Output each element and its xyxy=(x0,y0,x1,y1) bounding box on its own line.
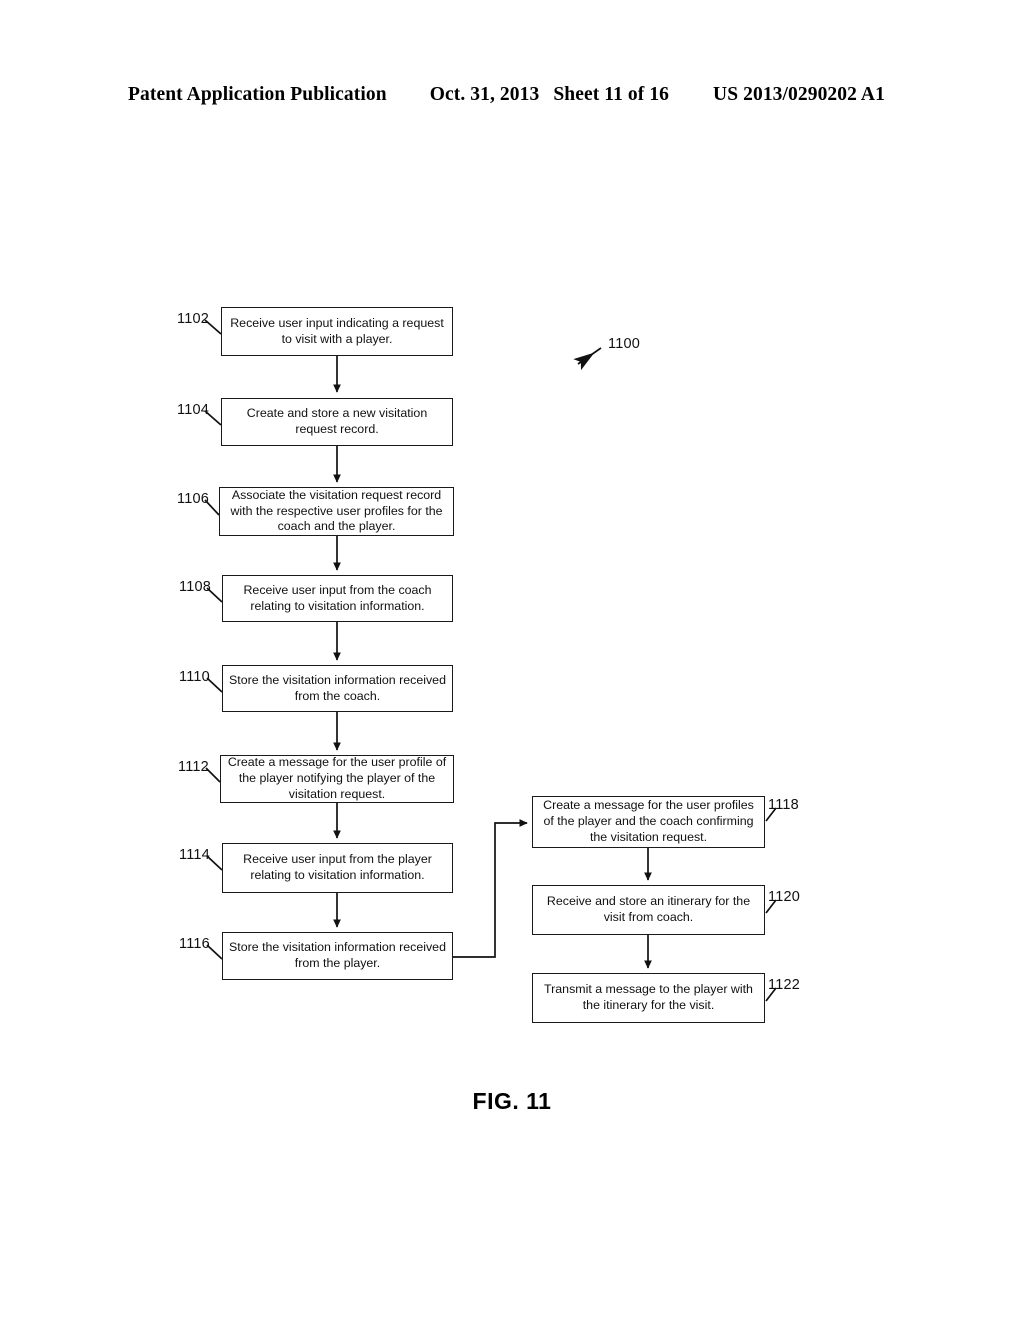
ref-numeral-1112: 1112 xyxy=(178,759,209,775)
ref-numeral-1120: 1120 xyxy=(768,889,800,905)
flow-box-1122[interactable]: Transmit a message to the player with th… xyxy=(532,973,765,1023)
ref-numeral-1110: 1110 xyxy=(179,669,210,685)
flow-box-1118-text: Create a message for the user profiles o… xyxy=(543,798,754,844)
flow-box-1120[interactable]: Receive and store an itinerary for the v… xyxy=(532,885,765,935)
ref-numeral-1104: 1104 xyxy=(177,402,209,418)
flow-box-1122-text: Transmit a message to the player with th… xyxy=(544,982,753,1012)
flow-box-1116-text: Store the visitation information receive… xyxy=(229,940,446,970)
flow-box-1108[interactable]: Receive user input from the coach relati… xyxy=(222,575,453,622)
ref-numeral-1102: 1102 xyxy=(177,311,209,327)
flow-box-1120-text: Receive and store an itinerary for the v… xyxy=(546,894,751,924)
flow-box-1102-text: Receive user input indicating a request … xyxy=(230,315,444,346)
flow-box-1112[interactable]: Create a message for the user profile of… xyxy=(220,755,454,803)
flow-box-1106[interactable]: Associate the visitation request record … xyxy=(219,487,454,536)
flow-box-1108-text: Receive user input from the coach relati… xyxy=(243,582,432,613)
flow-box-1110-text: Store the visitation information receive… xyxy=(229,672,446,703)
flow-box-1114-text: Receive user input from the player relat… xyxy=(243,852,432,882)
ref-numeral-1122: 1122 xyxy=(768,977,800,993)
flow-box-1104[interactable]: Create and store a new visitation reques… xyxy=(221,398,453,446)
flow-box-1114[interactable]: Receive user input from the player relat… xyxy=(222,843,453,893)
flow-box-1102[interactable]: Receive user input indicating a request … xyxy=(221,307,453,356)
flow-box-1110[interactable]: Store the visitation information receive… xyxy=(222,665,453,712)
ref-numeral-1100: 1100 xyxy=(608,336,640,352)
ref-numeral-1106: 1106 xyxy=(177,491,209,507)
flow-connectors xyxy=(204,319,777,1002)
ref-numeral-1116: 1116 xyxy=(179,936,210,952)
figure-flowchart-1100: Receive user input indicating a request … xyxy=(0,0,1024,1320)
flow-box-1104-text: Create and store a new visitation reques… xyxy=(246,406,428,436)
ref-numeral-1108: 1108 xyxy=(179,579,211,595)
flow-box-1118[interactable]: Create a message for the user profiles o… xyxy=(532,796,765,848)
flow-box-1106-text: Associate the visitation request record … xyxy=(230,487,443,534)
flow-box-1116[interactable]: Store the visitation information receive… xyxy=(222,932,453,980)
ref-numeral-1114: 1114 xyxy=(179,847,210,863)
flow-box-1112-text: Create a message for the user profile of… xyxy=(227,755,447,801)
figure-caption: FIG. 11 xyxy=(472,1088,552,1114)
ref-numeral-1118: 1118 xyxy=(768,797,799,813)
